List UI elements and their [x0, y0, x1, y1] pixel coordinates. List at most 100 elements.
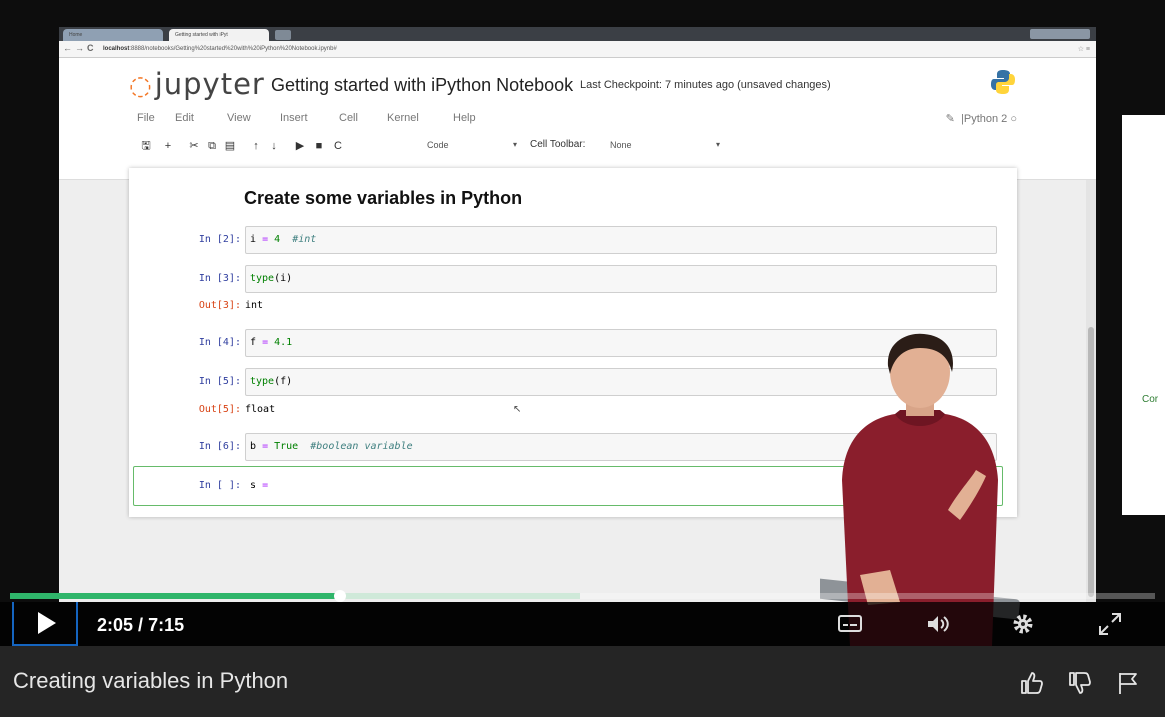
jupyter-toolbar: 🖫 + ✂ ⧉ ▤ ↑ ↓ ▶ ■ C Code ▾ Cell Toolbar: … — [137, 135, 1017, 157]
code-var: s — [250, 480, 257, 491]
progress-handle[interactable] — [333, 590, 346, 602]
jupyter-logo: ◌jupyter — [129, 67, 265, 101]
thumbs-up-icon[interactable] — [1019, 670, 1045, 696]
code-op: = — [262, 234, 269, 245]
jupyter-logo-text: jupyter — [154, 67, 265, 101]
jupyter-header: ◌jupyter Getting started with iPython No… — [59, 58, 1096, 180]
code-var: i — [250, 234, 257, 245]
browser-tab-home: Home — [63, 29, 163, 41]
restart-icon: C — [334, 140, 342, 152]
checkpoint-status: Last Checkpoint: 7 minutes ago (unsaved … — [580, 79, 831, 91]
chevron-down-icon: ▾ — [512, 140, 517, 149]
side-slide-text: Cor — [1142, 394, 1159, 405]
code-op: = — [262, 441, 269, 452]
kernel-indicator: ✎ |Python 2 ○ — [945, 113, 1017, 125]
in-prompt: In [4]: — [198, 337, 241, 348]
code-arg: (i) — [274, 273, 293, 284]
address-bar: localhost:8888/notebooks/Getting%20start… — [99, 43, 1044, 56]
progress-played — [10, 593, 340, 599]
cut-icon: ✂ — [189, 140, 199, 152]
in-prompt: In [3]: — [198, 273, 241, 284]
play-icon — [38, 612, 56, 634]
mouse-cursor-icon: ↖ — [513, 404, 522, 415]
video-title: Creating variables in Python — [13, 668, 289, 693]
bookmark-star-icon: ☆ ≡ — [1077, 46, 1090, 53]
kernel-idle-icon: ○ — [1010, 113, 1017, 125]
code-function: type — [250, 273, 275, 284]
menu-insert: Insert — [280, 112, 308, 124]
url-host: localhost — [103, 46, 130, 52]
code-comment: #boolean variable — [310, 441, 413, 452]
code-comment: #int — [292, 234, 317, 245]
fullscreen-icon[interactable] — [1096, 610, 1124, 638]
code-value: True — [274, 441, 299, 452]
code-op: = — [262, 480, 269, 491]
chevron-down-icon: ▾ — [715, 140, 720, 149]
run-icon: ▶ — [295, 140, 305, 152]
browser-tab-bar: Home Getting started with iPyt — [59, 27, 1096, 41]
gear-icon[interactable] — [1009, 610, 1037, 638]
code-input: i = 4 #int — [245, 226, 997, 254]
in-prompt: In [2]: — [198, 234, 241, 245]
menu-help: Help — [453, 112, 476, 124]
code-input: type(i) — [245, 265, 997, 293]
code-op: = — [262, 337, 269, 348]
play-button[interactable] — [12, 602, 78, 646]
save-icon: 🖫 — [141, 140, 151, 152]
scrollbar-thumb — [1088, 327, 1094, 597]
captions-icon[interactable] — [836, 610, 864, 638]
code-value: 4 — [274, 234, 281, 245]
move-up-icon: ↑ — [253, 140, 259, 152]
browser-tab-notebook: Getting started with iPyt — [169, 29, 269, 41]
cell-type-value: Code — [427, 140, 449, 150]
paste-icon: ▤ — [224, 140, 236, 152]
code-var: b — [250, 441, 257, 452]
out-prompt: Out[5]: — [198, 404, 241, 415]
in-prompt: In [ ]: — [198, 480, 241, 491]
stop-icon: ■ — [315, 140, 323, 152]
output-value: float — [245, 404, 276, 415]
url-path: :8888/notebooks/Getting%20started%20with… — [129, 46, 337, 52]
notebook-name: Getting started with iPython Notebook — [271, 75, 574, 95]
edit-pencil-icon: ✎ — [945, 113, 955, 125]
code-var: f — [250, 337, 257, 348]
kernel-name: Python 2 — [963, 113, 1008, 125]
out-prompt: Out[3]: — [198, 300, 241, 311]
forward-icon: → — [75, 43, 84, 53]
player-controls: 2:05 / 7:15 — [0, 602, 1165, 646]
side-slide-fragment: Cor — [1122, 115, 1165, 515]
code-function: type — [250, 376, 275, 387]
thumbs-down-icon[interactable] — [1067, 670, 1093, 696]
cell-toolbar-select: None ▾ — [607, 138, 722, 154]
time-separator: / — [138, 615, 144, 635]
video-player[interactable]: Home Getting started with iPyt ← → C loc… — [0, 0, 1165, 646]
insert-cell-icon: + — [164, 140, 172, 152]
in-prompt: In [6]: — [198, 441, 241, 452]
in-prompt: In [5]: — [198, 376, 241, 387]
cell-type-select: Code ▾ — [424, 138, 519, 154]
time-display: 2:05 / 7:15 — [97, 615, 184, 636]
back-icon: ← — [63, 43, 72, 53]
code-value: 4.1 — [274, 337, 293, 348]
menu-kernel: Kernel — [387, 112, 419, 124]
copy-icon: ⧉ — [208, 140, 216, 152]
menu-view: View — [227, 112, 251, 124]
reload-icon: C — [87, 43, 94, 53]
output-value: int — [245, 300, 264, 311]
cell-toolbar-label: Cell Toolbar: — [530, 139, 586, 150]
notebook-scrollbar — [1086, 180, 1096, 602]
duration: 7:15 — [148, 615, 185, 635]
jupyter-menubar: File Edit View Insert Cell Kernel Help ✎… — [137, 108, 1017, 130]
window-controls — [1030, 29, 1090, 39]
jupyter-logo-icon: ◌ — [129, 71, 153, 101]
new-tab-button — [275, 30, 291, 40]
volume-icon[interactable] — [924, 610, 952, 638]
flag-icon[interactable] — [1115, 670, 1141, 696]
move-down-icon: ↓ — [271, 140, 277, 152]
python-logo-icon — [991, 70, 1015, 94]
progress-bar[interactable] — [10, 590, 1155, 602]
browser-toolbar: ← → C localhost:8888/notebooks/Getting%2… — [59, 41, 1096, 58]
menu-cell: Cell — [339, 112, 358, 124]
cell-toolbar-value: None — [610, 140, 632, 150]
code-arg: (f) — [274, 376, 293, 387]
